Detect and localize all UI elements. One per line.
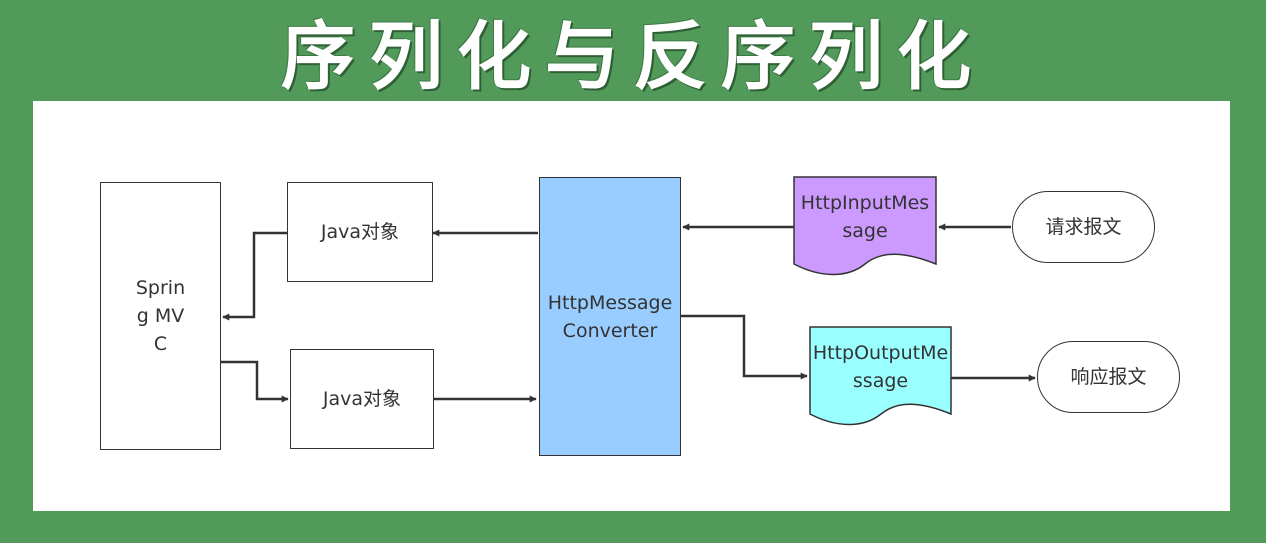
http-message-converter-label: HttpMessageConverter bbox=[547, 291, 673, 342]
spring-mvc-node: Spring MVC bbox=[100, 182, 221, 450]
http-output-message-node: HttpOutputMessage bbox=[810, 337, 951, 397]
request-message-label: 请求报文 bbox=[1045, 216, 1122, 238]
edge-converter-to-output-message bbox=[681, 314, 808, 380]
java-object-bottom-node: Java对象 bbox=[290, 349, 434, 449]
page-title: 序列化与反序列化 bbox=[281, 13, 985, 100]
java-object-top-node: Java对象 bbox=[287, 182, 433, 282]
edge-spring-mvc-to-java-object-bottom bbox=[221, 360, 289, 403]
diagram-panel: Spring MVC Java对象 Java对象 HttpMessageConv… bbox=[33, 101, 1230, 511]
http-message-converter-node: HttpMessageConverter bbox=[539, 177, 681, 456]
http-output-message-label: HttpOutputMessage bbox=[812, 342, 949, 392]
java-object-bottom-label: Java对象 bbox=[322, 388, 402, 410]
edge-java-object-top-to-spring-mvc bbox=[222, 231, 287, 321]
spring-mvc-label: Spring MVC bbox=[135, 277, 186, 355]
java-object-top-label: Java对象 bbox=[320, 221, 400, 243]
request-message-node: 请求报文 bbox=[1012, 191, 1155, 263]
http-input-message-node: HttpInputMessage bbox=[794, 187, 936, 247]
http-input-message-label: HttpInputMessage bbox=[800, 192, 930, 242]
response-message-label: 响应报文 bbox=[1070, 366, 1147, 388]
response-message-node: 响应报文 bbox=[1037, 341, 1180, 413]
